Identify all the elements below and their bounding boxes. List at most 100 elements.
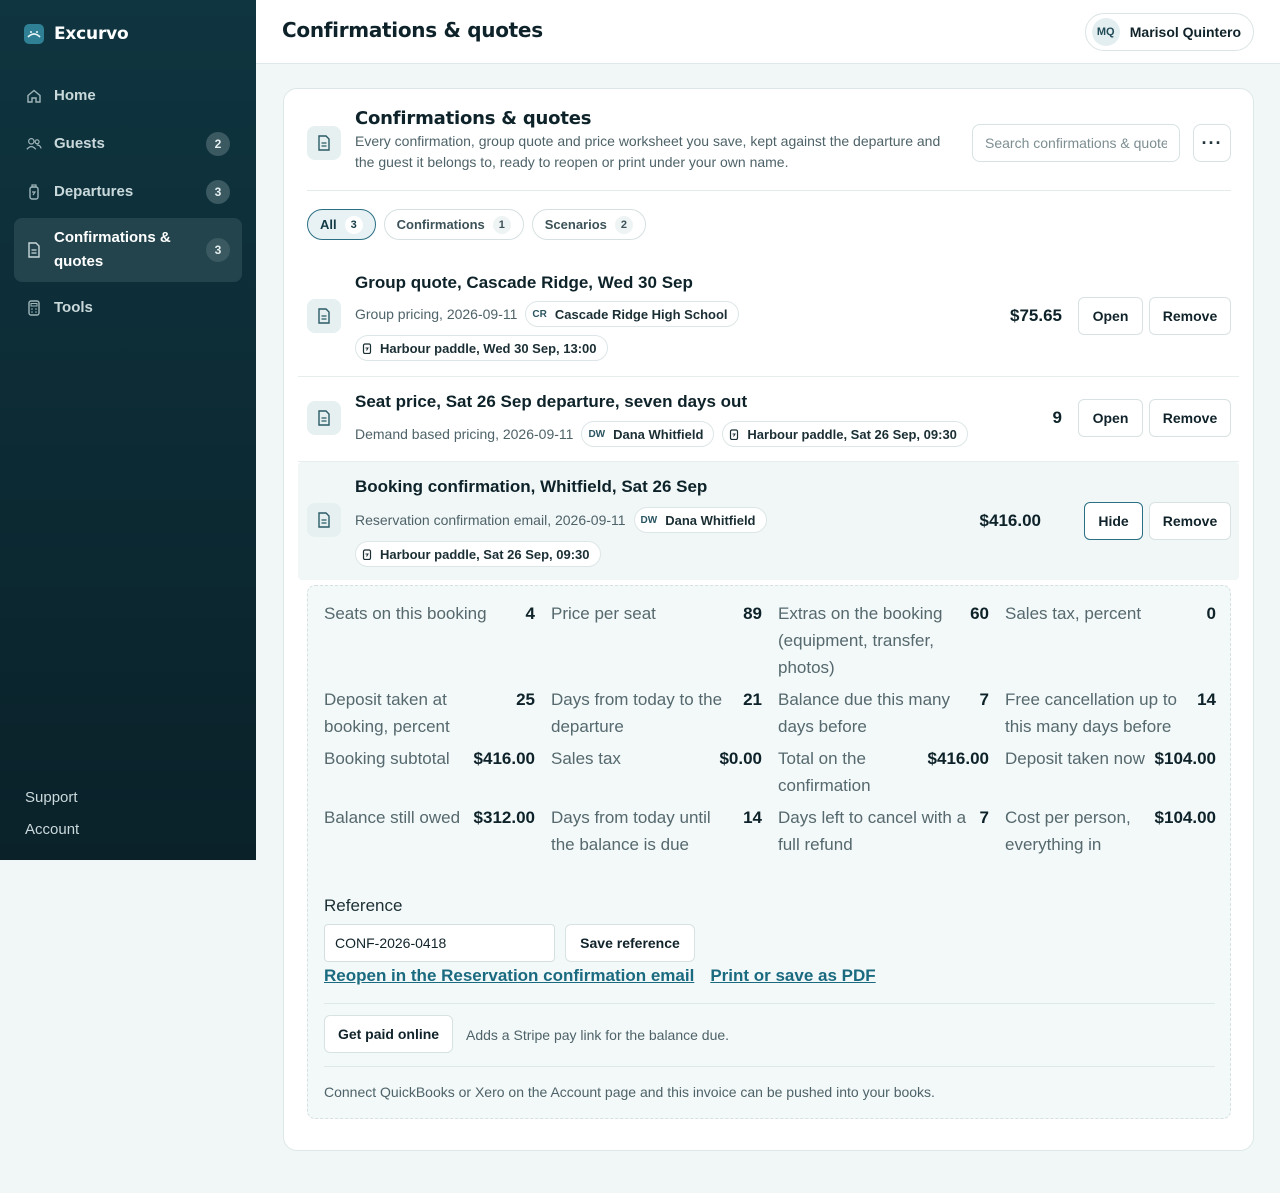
sidebar: Excurvo Home Guests 2 Departures 3 Confi… [0,0,256,860]
detail-field: Free cancellation up to this many days b… [1005,686,1216,740]
brand[interactable]: Excurvo [24,24,129,44]
row-meta: Demand based pricing, 2026-09-11 DW Dana… [355,421,1015,447]
guest-tag[interactable]: CR Cascade Ridge High School [525,301,739,327]
row-meta: Reservation confirmation email, 2026-09-… [355,507,795,567]
user-menu[interactable]: MQ Marisol Quintero [1084,13,1254,51]
remove-button[interactable]: Remove [1149,502,1231,540]
detail-field: Days from today until the balance is due… [551,804,762,858]
tab-label: Confirmations [396,217,485,232]
open-button[interactable]: Open [1078,399,1143,437]
get-paid-button[interactable]: Get paid online [324,1015,453,1053]
document-icon [26,242,42,258]
field-label: Extras on the booking (equipment, transf… [778,604,943,677]
tab-all[interactable]: All 3 [307,209,376,240]
user-name: Marisol Quintero [1129,24,1241,40]
search-input[interactable] [972,124,1180,162]
topbar: Confirmations & quotes MQ Marisol Quinte… [256,0,1280,64]
remove-button[interactable]: Remove [1149,399,1231,437]
field-label: Balance still owed [324,808,461,827]
account-link[interactable]: Account [25,821,79,838]
list-item[interactable]: Group quote, Cascade Ridge, Wed 30 Sep G… [298,263,1239,377]
tab-count: 3 [344,215,363,234]
guest-initials: DW [588,428,606,440]
field-label: Days left to cancel with a full refund [778,808,967,854]
quickbooks-note: Connect QuickBooks or Xero on the Accoun… [324,1084,935,1100]
field-label: Deposit taken at booking, percent [324,690,450,736]
field-value: $416.00 [473,749,535,768]
field-value: 25 [516,690,535,709]
sidebar-item-guests[interactable]: Guests 2 [14,122,242,166]
tab-label: Scenarios [544,217,607,232]
reopen-link[interactable]: Reopen in the Reservation confirmation e… [324,966,694,986]
detail-field: Cost per person, everything in $104.00 [1005,804,1216,858]
list-item[interactable]: Seat price, Sat 26 Sep departure, seven … [298,377,1239,462]
remove-button[interactable]: Remove [1149,297,1231,335]
flask-icon [362,548,372,560]
open-button[interactable]: Open [1078,297,1143,335]
users-icon [26,136,42,152]
detail-grid: Seats on this booking 4 Price per seat 89 … [324,600,1216,863]
save-reference-button[interactable]: Save reference [565,924,695,962]
document-icon [307,503,341,537]
row-amount: $416.00 [979,511,1041,530]
tab-scenarios[interactable]: Scenarios 2 [531,209,646,240]
divider [324,1003,1215,1004]
field-label: Booking subtotal [324,749,450,768]
tab-label: All [320,217,337,232]
document-icon [307,299,341,333]
list-item-expanded[interactable]: Booking confirmation, Whitfield, Sat 26 … [298,462,1239,580]
field-value: 0 [1206,604,1216,623]
hide-button[interactable]: Hide [1084,502,1143,540]
print-link[interactable]: Print or save as PDF [710,966,875,986]
card-subtitle: Every confirmation, group quote and pric… [355,133,941,170]
field-label: Balance due this many days before [778,690,950,736]
field-label: Price per seat [551,604,656,623]
field-value: 4 [525,604,535,623]
field-label: Sales tax [551,749,621,768]
row-meta: Group pricing, 2026-09-11 CR Cascade Rid… [355,301,775,361]
field-label: Deposit taken now [1005,749,1145,768]
sidebar-nav: Home Guests 2 Departures 3 Confirmations… [14,74,242,334]
detail-field: Sales tax $0.00 [551,745,762,799]
field-label: Total on the confirmation [778,749,871,795]
field-label: Cost per person, everything in [1005,808,1131,854]
field-value: $104.00 [1154,808,1216,827]
sidebar-item-home[interactable]: Home [14,74,242,118]
field-value: 60 [970,604,989,623]
page-title: Confirmations & quotes [282,18,543,42]
guest-tag[interactable]: DW Dana Whitfield [633,507,767,533]
sidebar-item-tools[interactable]: Tools [14,286,242,330]
row-type-date: Group pricing, 2026-09-11 [355,306,518,322]
detail-field: Booking subtotal $416.00 [324,745,535,799]
departure-name: Harbour paddle, Sat 26 Sep, 09:30 [747,426,957,442]
guest-name: Dana Whitfield [665,512,756,528]
departure-tag[interactable]: Harbour paddle, Wed 30 Sep, 13:00 [355,335,608,361]
departure-tag[interactable]: Harbour paddle, Sat 26 Sep, 09:30 [722,421,968,447]
detail-field: Total on the confirmation $416.00 [778,745,989,799]
reference-input[interactable] [324,924,555,962]
flask-icon [362,342,372,354]
guest-name: Cascade Ridge High School [554,306,728,322]
avatar: MQ [1091,18,1120,46]
confirmation-detail: Seats on this booking 4 Price per seat 89 … [307,585,1231,1119]
guest-tag[interactable]: DW Dana Whitfield [581,421,715,447]
field-value: 21 [743,690,762,709]
field-value: $416.00 [927,749,989,768]
sidebar-item-departures[interactable]: Departures 3 [14,170,242,214]
field-value: $0.00 [719,749,762,768]
filter-tabs: All 3 Confirmations 1 Scenarios 2 [307,209,646,240]
detail-field: Extras on the booking (equipment, transf… [778,600,989,681]
divider [324,1066,1215,1067]
count-badge: 2 [206,132,230,156]
field-value: 7 [979,690,989,709]
field-value: 14 [743,808,762,827]
calculator-icon [26,300,42,316]
sidebar-item-label: Home [54,87,96,104]
tab-confirmations[interactable]: Confirmations 1 [383,209,524,240]
departure-tag[interactable]: Harbour paddle, Sat 26 Sep, 09:30 [355,541,601,567]
support-link[interactable]: Support [25,789,79,806]
field-value: 7 [979,808,989,827]
sidebar-item-confirmations[interactable]: Confirmations & quotes 3 [14,218,242,282]
card-title: Confirmations & quotes [355,108,592,129]
more-options-button[interactable]: ··· [1193,124,1231,162]
